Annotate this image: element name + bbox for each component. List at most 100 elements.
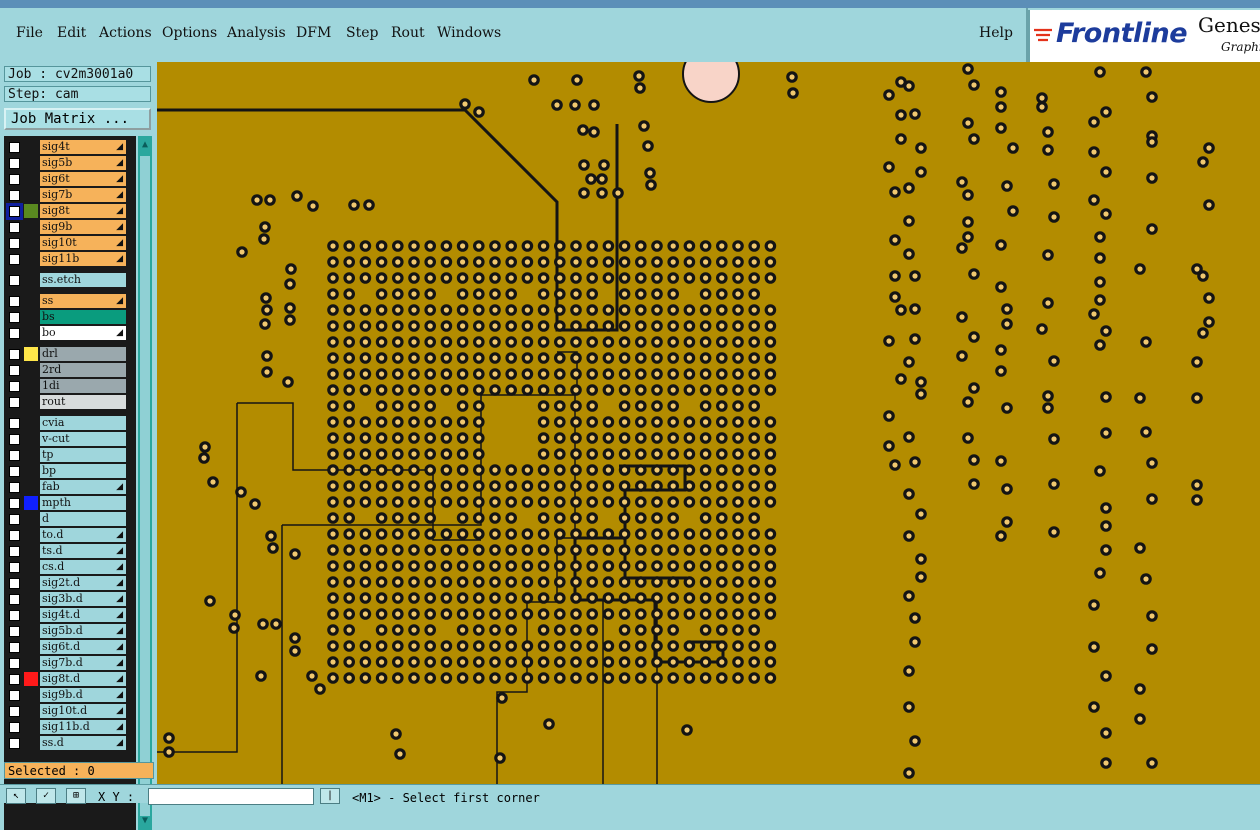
layer-checkbox[interactable] bbox=[9, 450, 20, 461]
menu-help[interactable]: Help bbox=[979, 25, 1013, 41]
layer-checkbox[interactable] bbox=[9, 365, 20, 376]
layer-checkbox[interactable] bbox=[9, 578, 20, 589]
xy-coordinate-field[interactable] bbox=[148, 788, 314, 805]
layer-checkbox[interactable] bbox=[9, 498, 20, 509]
layer-row-sig9b-d[interactable]: sig9b.d ◢ bbox=[4, 687, 136, 703]
layer-row-bs[interactable]: bs bbox=[4, 309, 136, 325]
scroll-down-icon[interactable]: ▼ bbox=[140, 814, 150, 828]
layer-row-to-d[interactable]: to.d ◢ bbox=[4, 527, 136, 543]
layer-checkbox[interactable] bbox=[9, 626, 20, 637]
layer-row-sig8t-d[interactable]: sig8t.d ◢ bbox=[4, 671, 136, 687]
layer-row-ss-d[interactable]: ss.d ◢ bbox=[4, 735, 136, 751]
layer-row-sig4t-d[interactable]: sig4t.d ◢ bbox=[4, 607, 136, 623]
layer-row-sig8t[interactable]: sig8t ◢ bbox=[4, 203, 136, 220]
layer-row-bp[interactable]: bp bbox=[4, 463, 136, 479]
layer-row-sig11b-d[interactable]: sig11b.d ◢ bbox=[4, 719, 136, 735]
pcb-pad bbox=[570, 480, 582, 492]
layer-row-sig3b-d[interactable]: sig3b.d ◢ bbox=[4, 591, 136, 607]
layer-checkbox[interactable] bbox=[9, 594, 20, 605]
layer-row-sig4t[interactable]: sig4t ◢ bbox=[4, 139, 136, 155]
layer-row-sig5b-d[interactable]: sig5b.d ◢ bbox=[4, 623, 136, 639]
layer-checkbox[interactable] bbox=[9, 275, 20, 286]
layer-checkbox[interactable] bbox=[9, 434, 20, 445]
pcb-graphic-canvas[interactable] bbox=[157, 62, 1260, 784]
menu-dfm[interactable]: DFM bbox=[296, 25, 331, 41]
layer-checkbox[interactable] bbox=[9, 690, 20, 701]
layer-row-sig6t[interactable]: sig6t ◢ bbox=[4, 171, 136, 187]
menu-windows[interactable]: Windows bbox=[437, 25, 501, 41]
layer-checkbox[interactable] bbox=[9, 174, 20, 185]
menu-file[interactable]: File bbox=[16, 25, 43, 41]
pcb-drawing[interactable] bbox=[157, 62, 1260, 784]
menu-actions[interactable]: Actions bbox=[99, 25, 152, 41]
layer-row-rout[interactable]: rout bbox=[4, 394, 136, 410]
layer-checkbox[interactable] bbox=[9, 312, 20, 323]
layer-checkbox[interactable] bbox=[9, 610, 20, 621]
layer-row-sig7b-d[interactable]: sig7b.d ◢ bbox=[4, 655, 136, 671]
layer-checkbox[interactable] bbox=[9, 674, 20, 685]
layer-scroll-thumb[interactable] bbox=[140, 156, 150, 816]
layer-row-sig5b[interactable]: sig5b ◢ bbox=[4, 155, 136, 171]
layer-row-sig11b[interactable]: sig11b ◢ bbox=[4, 251, 136, 267]
layer-row-2rd[interactable]: 2rd bbox=[4, 362, 136, 378]
layer-checkbox[interactable] bbox=[9, 514, 20, 525]
layer-checkbox[interactable] bbox=[9, 190, 20, 201]
layer-row-fab[interactable]: fab ◢ bbox=[4, 479, 136, 495]
layer-row-drl[interactable]: drl bbox=[4, 346, 136, 362]
layer-checkbox[interactable] bbox=[9, 418, 20, 429]
layer-checkbox[interactable] bbox=[9, 349, 20, 360]
pcb-pad bbox=[359, 240, 372, 252]
layer-row-sig10t[interactable]: sig10t ◢ bbox=[4, 235, 136, 251]
layer-checkbox[interactable] bbox=[9, 642, 20, 653]
layer-checkbox[interactable] bbox=[9, 738, 20, 749]
layer-checkbox[interactable] bbox=[9, 722, 20, 733]
layer-checkbox[interactable] bbox=[9, 381, 20, 392]
layer-row-cs-d[interactable]: cs.d ◢ bbox=[4, 559, 136, 575]
menu-step[interactable]: Step bbox=[346, 25, 378, 41]
layer-row-sig9b[interactable]: sig9b ◢ bbox=[4, 219, 136, 235]
layer-checkbox[interactable] bbox=[9, 222, 20, 233]
layer-row-bo[interactable]: bo ◢ bbox=[4, 325, 136, 341]
layer-row-sig7b[interactable]: sig7b ◢ bbox=[4, 187, 136, 203]
scroll-up-icon[interactable]: ▲ bbox=[140, 138, 150, 152]
pcb-pad bbox=[1146, 223, 1158, 235]
job-matrix-button[interactable]: Job Matrix ... bbox=[4, 108, 151, 130]
layer-checkbox[interactable] bbox=[9, 296, 20, 307]
layer-checkbox[interactable] bbox=[9, 142, 20, 153]
layer-checkbox[interactable] bbox=[9, 530, 20, 541]
pcb-pad bbox=[732, 528, 744, 540]
layer-checkbox[interactable] bbox=[9, 254, 20, 265]
menu-edit[interactable]: Edit bbox=[57, 25, 86, 41]
layer-checkbox[interactable] bbox=[9, 562, 20, 573]
layer-checkbox[interactable] bbox=[9, 238, 20, 249]
layer-checkbox[interactable] bbox=[9, 706, 20, 717]
layer-name: sig2t.d ◢ bbox=[40, 576, 126, 590]
pcb-pad bbox=[903, 80, 915, 92]
layer-checkbox[interactable] bbox=[9, 546, 20, 557]
layer-row-v-cut[interactable]: v-cut bbox=[4, 431, 136, 447]
layer-row-tp[interactable]: tp bbox=[4, 447, 136, 463]
layer-checkbox[interactable] bbox=[9, 328, 20, 339]
layer-checkbox[interactable] bbox=[9, 466, 20, 477]
layer-row-ss-etch[interactable]: ss.etch bbox=[4, 272, 136, 288]
menu-analysis[interactable]: Analysis bbox=[227, 25, 286, 41]
layer-row-ts-d[interactable]: ts.d ◢ bbox=[4, 543, 136, 559]
layer-checkbox[interactable] bbox=[9, 482, 20, 493]
layer-checkbox[interactable] bbox=[9, 397, 20, 408]
menu-options[interactable]: Options bbox=[162, 25, 217, 41]
pcb-pad bbox=[375, 656, 388, 668]
layer-row-ss[interactable]: ss ◢ bbox=[4, 293, 136, 309]
layer-row-sig10t-d[interactable]: sig10t.d ◢ bbox=[4, 703, 136, 719]
pcb-pad bbox=[962, 216, 974, 228]
layer-checkbox[interactable] bbox=[9, 658, 20, 669]
menu-rout[interactable]: Rout bbox=[391, 25, 425, 41]
layer-checkbox[interactable] bbox=[6, 203, 23, 220]
layer-checkbox[interactable] bbox=[9, 158, 20, 169]
layer-row-cvia[interactable]: cvia bbox=[4, 415, 136, 431]
layer-row-sig2t-d[interactable]: sig2t.d ◢ bbox=[4, 575, 136, 591]
layer-row-d[interactable]: d bbox=[4, 511, 136, 527]
layer-row-sig6t-d[interactable]: sig6t.d ◢ bbox=[4, 639, 136, 655]
layer-row-mpth[interactable]: mpth bbox=[4, 495, 136, 511]
pcb-pad bbox=[537, 496, 550, 508]
layer-row-1di[interactable]: 1di bbox=[4, 378, 136, 394]
